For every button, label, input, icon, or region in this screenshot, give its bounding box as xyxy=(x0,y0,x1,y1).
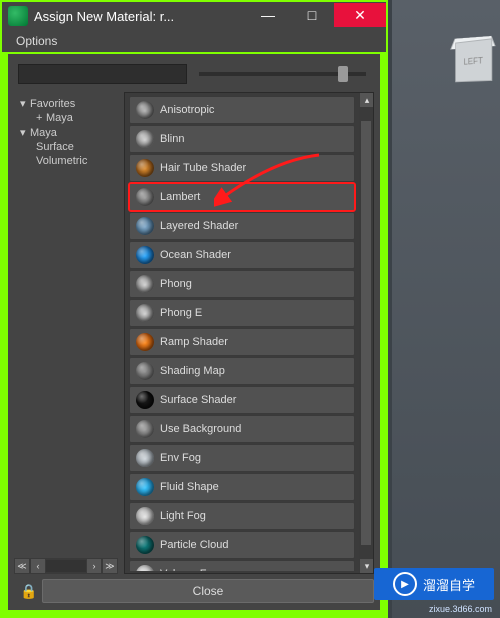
viewport-panel: LEFT xyxy=(392,0,500,618)
material-label: Phong E xyxy=(160,307,202,319)
close-window-button[interactable]: ✕ xyxy=(334,3,386,27)
icon-size-slider[interactable] xyxy=(199,72,366,76)
view-cube[interactable]: LEFT xyxy=(453,39,494,85)
material-swatch-icon xyxy=(136,188,154,206)
material-label: Volume Fog xyxy=(160,568,219,571)
material-row-layered-shader[interactable]: Layered Shader xyxy=(129,212,355,240)
material-label: Ocean Shader xyxy=(160,249,231,261)
scroll-right-double-icon[interactable]: ≫ xyxy=(103,559,117,573)
tree-favorites[interactable]: ▾Favorites xyxy=(18,96,118,111)
filter-input[interactable] xyxy=(18,64,187,84)
material-swatch-icon xyxy=(136,130,154,148)
scroll-down-icon[interactable]: ▾ xyxy=(360,559,374,573)
scroll-thumb[interactable] xyxy=(361,121,371,545)
material-swatch-icon xyxy=(136,478,154,496)
material-swatch-icon xyxy=(136,420,154,438)
minimize-button[interactable]: — xyxy=(246,3,290,27)
material-label: Layered Shader xyxy=(160,220,238,232)
material-row-phong-e[interactable]: Phong E xyxy=(129,299,355,327)
maximize-button[interactable]: □ xyxy=(290,3,334,27)
material-label: Blinn xyxy=(160,133,184,145)
material-swatch-icon xyxy=(136,275,154,293)
material-swatch-icon xyxy=(136,565,154,571)
material-row-hair-tube-shader[interactable]: Hair Tube Shader xyxy=(129,154,355,182)
list-scrollbar[interactable]: ▴ ▾ xyxy=(359,93,373,573)
material-label: Use Background xyxy=(160,423,241,435)
material-label: Lambert xyxy=(160,191,200,203)
titlebar[interactable]: Assign New Material: r... — □ ✕ xyxy=(2,2,386,30)
scroll-up-icon[interactable]: ▴ xyxy=(360,93,374,107)
material-label: Fluid Shape xyxy=(160,481,219,493)
material-swatch-icon xyxy=(136,159,154,177)
tree-scrollbar[interactable]: ≪ ‹ › ≫ xyxy=(14,558,118,574)
material-row-ocean-shader[interactable]: Ocean Shader xyxy=(129,241,355,269)
material-swatch-icon xyxy=(136,391,154,409)
material-label: Anisotropic xyxy=(160,104,214,116)
material-row-volume-fog[interactable]: Volume Fog xyxy=(129,560,355,571)
material-label: Particle Cloud xyxy=(160,539,228,551)
slider-thumb[interactable] xyxy=(338,66,348,82)
material-row-ramp-shader[interactable]: Ramp Shader xyxy=(129,328,355,356)
material-label: Light Fog xyxy=(160,510,206,522)
category-tree[interactable]: ▾Favorites +Maya ▾Maya Surface Volumetri… xyxy=(14,92,118,574)
material-swatch-icon xyxy=(136,101,154,119)
tree-favorites-maya[interactable]: +Maya xyxy=(18,111,118,125)
material-row-fluid-shape[interactable]: Fluid Shape xyxy=(129,473,355,501)
material-row-surface-shader[interactable]: Surface Shader xyxy=(129,386,355,414)
play-icon: ▶ xyxy=(393,572,417,596)
scroll-left-icon[interactable]: ‹ xyxy=(31,559,45,573)
material-label: Phong xyxy=(160,278,192,290)
material-label: Surface Shader xyxy=(160,394,236,406)
material-swatch-icon xyxy=(136,333,154,351)
material-swatch-icon xyxy=(136,304,154,322)
material-swatch-icon xyxy=(136,507,154,525)
material-row-env-fog[interactable]: Env Fog xyxy=(129,444,355,472)
material-swatch-icon xyxy=(136,362,154,380)
material-row-light-fog[interactable]: Light Fog xyxy=(129,502,355,530)
menubar: Options xyxy=(2,30,386,52)
close-button[interactable]: Close xyxy=(42,579,374,603)
material-row-shading-map[interactable]: Shading Map xyxy=(129,357,355,385)
material-label: Env Fog xyxy=(160,452,201,464)
material-list: Anisotropic Blinn Hair Tube Shader Lambert L… xyxy=(124,92,374,574)
material-row-anisotropic[interactable]: Anisotropic xyxy=(129,96,355,124)
material-row-blinn[interactable]: Blinn xyxy=(129,125,355,153)
watermark-badge: ▶ 溜溜自学 xyxy=(374,568,494,600)
tree-maya[interactable]: ▾Maya xyxy=(18,125,118,140)
material-swatch-icon xyxy=(136,217,154,235)
watermark-sub: zixue.3d66.com xyxy=(429,604,492,614)
tree-volumetric[interactable]: Volumetric xyxy=(18,154,118,168)
scroll-right-icon[interactable]: › xyxy=(87,559,101,573)
maya-app-icon xyxy=(8,6,28,26)
material-label: Ramp Shader xyxy=(160,336,228,348)
material-swatch-icon xyxy=(136,449,154,467)
options-menu[interactable]: Options xyxy=(10,32,63,50)
material-swatch-icon xyxy=(136,536,154,554)
window-title: Assign New Material: r... xyxy=(34,9,246,24)
material-row-use-background[interactable]: Use Background xyxy=(129,415,355,443)
lock-icon[interactable]: 🔒 xyxy=(20,583,36,599)
material-swatch-icon xyxy=(136,246,154,264)
assign-material-window: Assign New Material: r... — □ ✕ Options … xyxy=(0,0,388,618)
material-row-lambert[interactable]: Lambert xyxy=(129,183,355,211)
material-label: Hair Tube Shader xyxy=(160,162,246,174)
tree-surface[interactable]: Surface xyxy=(18,140,118,154)
material-row-particle-cloud[interactable]: Particle Cloud xyxy=(129,531,355,559)
material-label: Shading Map xyxy=(160,365,225,377)
scroll-left-double-icon[interactable]: ≪ xyxy=(15,559,29,573)
material-row-phong[interactable]: Phong xyxy=(129,270,355,298)
